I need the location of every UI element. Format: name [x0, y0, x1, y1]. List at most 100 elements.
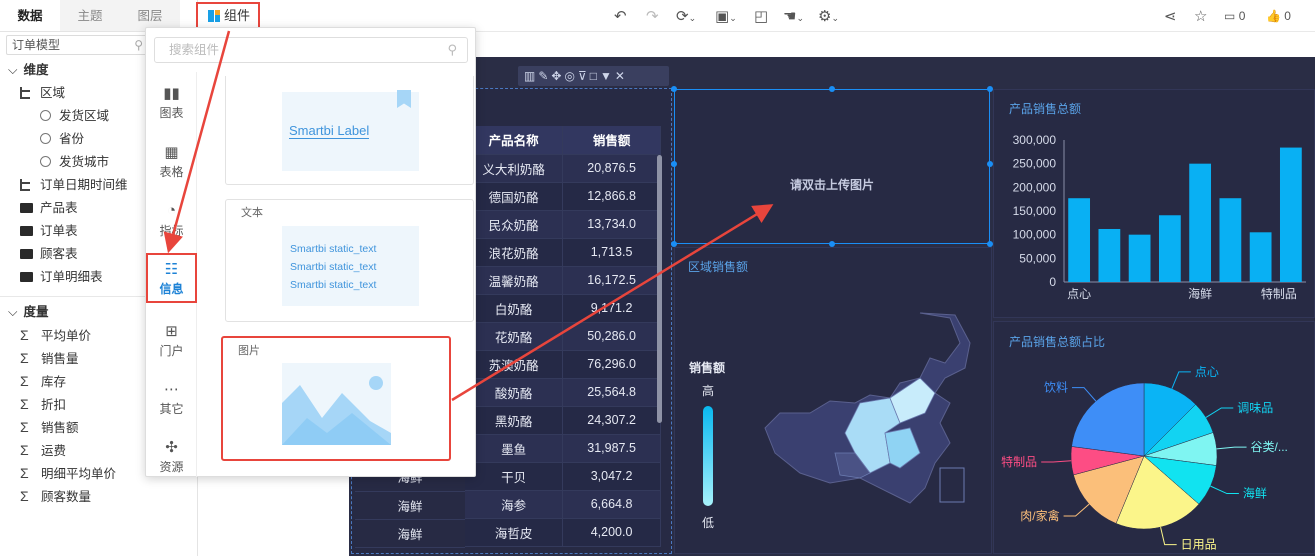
bar[interactable]: [1219, 198, 1242, 282]
label-component-card[interactable]: Smartbi Label: [225, 76, 474, 185]
label-preview-text: Smartbi Label: [289, 123, 370, 139]
image-preview: [282, 363, 391, 445]
table-cell: 25,564.8: [562, 378, 661, 407]
pie-chart-panel[interactable]: 产品销售总额占比 点心 调味品 谷类/... 海鲜 日用品 肉/家禽 特制品 饮料: [993, 321, 1315, 554]
folder-icon: [20, 203, 33, 213]
table-cell: 1,713.5: [562, 238, 661, 267]
search-icon[interactable]: ⚲: [447, 38, 457, 62]
category-portal[interactable]: ⊞ 门户: [146, 322, 197, 359]
bar[interactable]: [1279, 147, 1302, 282]
resize-handle[interactable]: [829, 86, 835, 92]
pie-slice[interactable]: [1071, 382, 1145, 457]
text-component-card[interactable]: 文本 Smartbi static_text Smartbi static_te…: [225, 199, 474, 322]
table-icon: ▦: [164, 144, 179, 161]
move-icon[interactable]: ✥: [551, 69, 564, 83]
text-preview-line: Smartbi static_text: [290, 279, 377, 291]
table-row[interactable]: 温馨奶酪 16,172.5: [465, 266, 661, 295]
comment-button[interactable]: ▭ 0: [1224, 9, 1245, 23]
folder-icon: [20, 249, 33, 259]
table-row[interactable]: 墨鱼 31,987.5: [465, 434, 661, 463]
dropdown-icon[interactable]: ▼: [600, 69, 615, 83]
bar[interactable]: [1068, 198, 1091, 282]
hierarchy-icon: [20, 87, 32, 99]
share-icon[interactable]: ⋖: [1164, 7, 1177, 25]
table-row[interactable]: 干贝 3,047.2: [465, 462, 661, 491]
style-icon[interactable]: ✎: [538, 69, 551, 83]
map-panel[interactable]: 区域销售额 销售额 高 低: [674, 247, 992, 554]
table-row[interactable]: 白奶酪 9,171.2: [465, 294, 661, 323]
resize-handle[interactable]: [671, 86, 677, 92]
maximize-icon[interactable]: □: [590, 69, 600, 83]
search-icon[interactable]: ⚲: [134, 36, 143, 54]
table-row[interactable]: 义大利奶酪 20,876.5: [465, 154, 661, 183]
bar[interactable]: [1158, 215, 1181, 282]
category-info[interactable]: ☷ 信息: [146, 253, 197, 303]
table-row[interactable]: 酸奶酪 25,564.8: [465, 378, 661, 407]
bar[interactable]: [1189, 163, 1212, 282]
measure-item[interactable]: Σ 顾客数量: [0, 485, 198, 508]
image-component-card[interactable]: 图片: [221, 336, 451, 461]
table-row[interactable]: 民众奶酪 13,734.0: [465, 210, 661, 239]
table-scrollbar[interactable]: [657, 155, 662, 423]
bar[interactable]: [1098, 228, 1121, 282]
like-button[interactable]: 👍 0: [1266, 9, 1291, 23]
settings-icon[interactable]: ◎: [564, 69, 577, 83]
component-categories: ▮▮ 图表 ▦ 表格 ◔ 指标 ☷ 信息 ⊞ 门户 ⋯ 其它 ✣ 资源: [146, 72, 197, 477]
table-row[interactable]: 海参 6,664.8: [465, 490, 661, 519]
category-resource[interactable]: ✣ 资源: [146, 438, 197, 475]
save-icon[interactable]: ▣⌄: [715, 7, 737, 25]
table-header-cell[interactable]: 产品名称: [465, 126, 564, 155]
close-icon[interactable]: ✕: [615, 69, 628, 83]
table-row[interactable]: 花奶酪 50,286.0: [465, 322, 661, 351]
bar-chart-icon: ▮▮: [163, 85, 180, 102]
star-icon[interactable]: ☆: [1194, 7, 1207, 25]
measure-item-label: 折扣: [41, 398, 67, 412]
sigma-icon: Σ: [20, 419, 29, 435]
image-panel[interactable]: 请双击上传图片: [674, 89, 990, 244]
table-cell: 31,987.5: [562, 434, 661, 463]
table-cell: 4,200.0: [562, 518, 661, 547]
sigma-icon: Σ: [20, 396, 29, 412]
table-cell: 浪花奶酪: [465, 238, 564, 267]
table-row[interactable]: 海哲皮 4,200.0: [465, 518, 661, 547]
undo-icon[interactable]: ↶: [614, 7, 627, 25]
refresh-icon[interactable]: ⟳⌄: [676, 7, 696, 25]
pie-label: 饮料: [1044, 381, 1068, 395]
component-search-input[interactable]: 搜索组件 ⚲: [154, 37, 468, 63]
settings-icon[interactable]: ⚙⌄: [818, 7, 839, 25]
table-row[interactable]: 黑奶酪 24,307.2: [465, 406, 661, 435]
like-count: 0: [1284, 9, 1291, 23]
folder-icon: [20, 226, 33, 236]
table-row[interactable]: 浪花奶酪 1,713.5: [465, 238, 661, 267]
category-table[interactable]: ▦ 表格: [146, 143, 197, 180]
china-map[interactable]: [760, 303, 980, 513]
preview-icon[interactable]: ◰: [754, 7, 768, 25]
chevron-down-icon: ⌵: [8, 305, 18, 319]
bar-chart: 300,000 250,000 200,000 150,000 100,000 50,00…: [1013, 133, 1306, 301]
table-row[interactable]: 德国奶酪 12,866.8: [465, 182, 661, 211]
category-indicator[interactable]: ◔ 指标: [146, 202, 197, 239]
component-button[interactable]: 组件: [196, 2, 260, 30]
y-tick-label: 0: [1049, 275, 1056, 289]
sales-table[interactable]: 产品名称 销售额 义大利奶酪 20,876.5 德国奶酪 12,866.8 民众奶酪 13,7…: [465, 126, 661, 547]
puzzle-icon: ✣: [165, 439, 178, 456]
chart-type-icon[interactable]: ▥: [524, 69, 538, 83]
tab-theme[interactable]: 主题: [60, 0, 120, 31]
table-row[interactable]: 苏澳奶酪 76,296.0: [465, 350, 661, 379]
hand-icon[interactable]: ☚⌄: [783, 7, 804, 25]
table-header-cell[interactable]: 销售额: [562, 126, 661, 155]
table-cell: 民众奶酪: [465, 210, 564, 239]
pie-label-line: [1171, 371, 1191, 389]
bar[interactable]: [1128, 234, 1151, 282]
bar-chart-panel[interactable]: 产品销售总额 300,000 250,000 200,000 150,000 100,0…: [993, 89, 1315, 318]
category-other[interactable]: ⋯ 其它: [146, 380, 197, 417]
table-cell: 12,866.8: [562, 182, 661, 211]
table-cell: 白奶酪: [465, 294, 564, 323]
redo-icon[interactable]: ↷: [646, 7, 659, 25]
category-chart[interactable]: ▮▮ 图表: [146, 84, 197, 121]
tab-data[interactable]: 数据: [0, 0, 60, 31]
filter-icon[interactable]: ⊽: [578, 69, 590, 83]
bar[interactable]: [1249, 232, 1272, 282]
resize-handle[interactable]: [671, 161, 677, 167]
map-legend-bar[interactable]: [703, 406, 713, 506]
